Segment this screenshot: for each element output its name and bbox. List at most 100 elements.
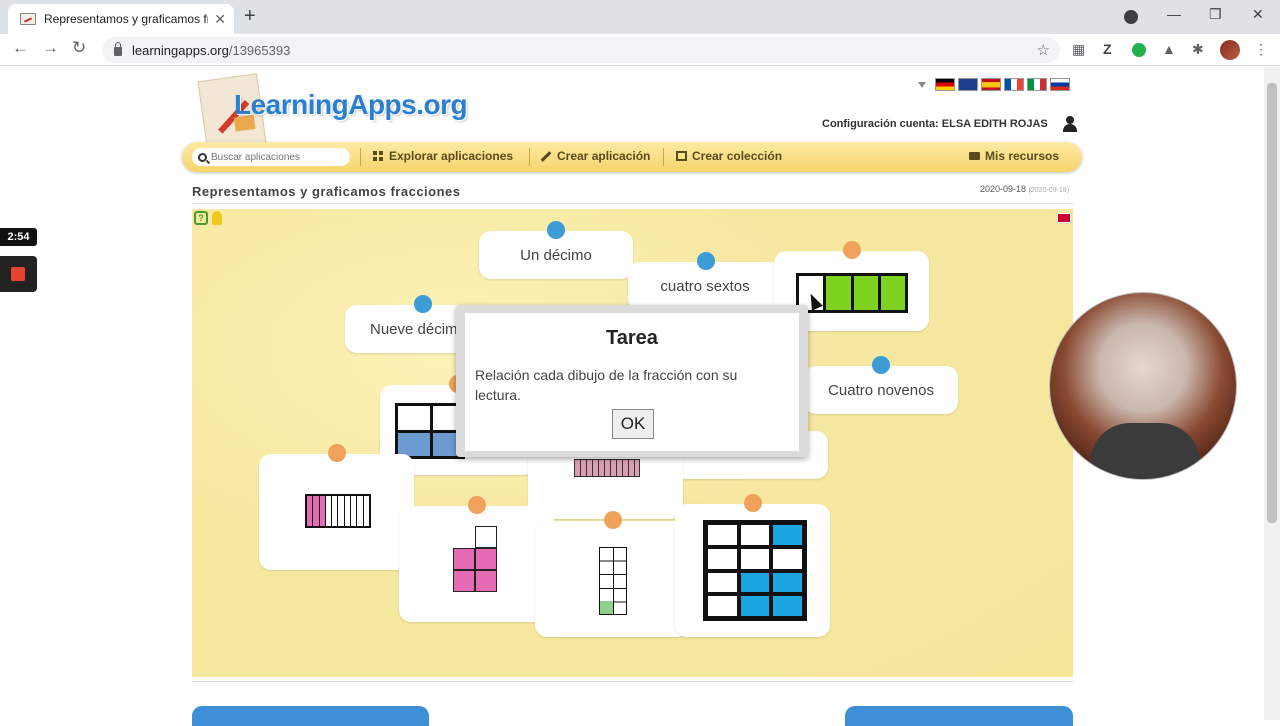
help-icon[interactable]: ? [194,211,208,225]
flag-german[interactable] [935,78,955,91]
flag-russian[interactable] [1050,78,1070,91]
profile-avatar[interactable] [1220,40,1240,60]
card-label: Cuatro novenos [828,381,934,399]
pencil-icon [540,150,552,162]
address-bar[interactable]: learningapps.org/13965393 ☆ [102,37,1060,63]
menu-my-resources[interactable]: Mis recursos [969,149,1059,163]
task-dialog-body: Tarea Relación cada dibujo de la fracció… [465,313,799,451]
fullscreen-icon[interactable] [1057,213,1071,223]
menu-my-resources-label: Mis recursos [985,149,1060,163]
restore-button[interactable]: ❐ [1209,6,1222,23]
card-picture-pink-sixths[interactable] [399,496,554,622]
divider [192,203,1073,204]
account-settings-link[interactable]: Configuración cuenta: ELSA EDITH ROJAS [822,118,1048,130]
card-pin [697,252,715,270]
scrollbar-thumb[interactable] [1267,83,1277,523]
minimize-button[interactable]: — [1167,6,1181,22]
card-picture-pink-tenths[interactable] [259,444,414,570]
lock-icon [114,41,122,56]
card-cuatro-sextos[interactable]: cuatro sextos [628,252,782,310]
task-dialog: Tarea Relación cada dibujo de la fracció… [456,305,808,457]
card-label: cuatro sextos [660,277,750,295]
site-favicon-icon [20,13,36,25]
menu-create-collection[interactable]: Crear colección [676,149,782,163]
flag-spanish[interactable] [981,78,1001,91]
card-cuatro-novenos[interactable]: Cuatro novenos [804,356,958,414]
flag-english[interactable] [958,78,978,91]
new-tab-button[interactable]: + [244,5,256,28]
url-text: learningapps.org/13965393 [132,42,291,58]
card-pin [468,496,486,514]
kebab-menu-icon[interactable]: ⋮ [1254,41,1268,58]
card-pin [547,221,565,239]
search-icon [198,152,207,162]
menu-divider [529,148,530,166]
search-box[interactable] [192,148,350,166]
tenths-figure [305,494,371,528]
page-scrollbar[interactable] [1264,67,1280,720]
menu-explore-apps[interactable]: Explorar aplicaciones [373,149,513,163]
tab-close-icon[interactable]: ✕ [214,11,226,28]
search-input[interactable] [211,151,341,163]
tab-title: Representamos y graficamos frac [44,12,209,26]
lightbulb-icon[interactable] [212,211,222,225]
reload-icon[interactable]: ↻ [72,38,86,58]
task-dialog-text: Relación cada dibujo de la fracción con … [475,367,738,403]
sixths-figure [453,526,499,592]
folder-icon [969,152,980,160]
card-pin [328,444,346,462]
collection-icon [676,151,687,161]
webcam-overlay [1049,292,1237,480]
card-pin [414,295,432,313]
bottom-left-button[interactable] [192,706,429,726]
flag-french[interactable] [1004,78,1024,91]
menu-create-app-label: Crear aplicación [557,149,651,163]
window-close-button[interactable]: ✕ [1252,6,1264,23]
forward-arrow-icon[interactable]: → [42,38,59,58]
menu-divider [663,148,664,166]
card-pin [872,356,890,374]
stop-recording-button[interactable] [0,256,37,292]
browser-tab[interactable]: Representamos y graficamos frac ✕ [8,4,234,34]
bookmark-star-icon[interactable]: ☆ [1037,41,1050,59]
strip-figure [574,459,640,477]
language-dropdown-icon[interactable] [918,81,926,88]
learningapps-logo[interactable]: LearningApps.org [196,71,486,151]
apps-grid-icon[interactable]: ▦ [1072,41,1085,58]
menu-create-collection-label: Crear colección [692,149,783,163]
bottom-right-button[interactable] [845,706,1073,726]
grid-figure [395,403,465,459]
browser-tab-bar: Representamos y graficamos frac ✕ + — ❐ … [0,0,1280,34]
app-date: 2020-09-18 (2020-09-18) [980,184,1070,194]
card-un-decimo[interactable]: Un décimo [479,221,633,279]
app-title: Representamos y graficamos fracciones [192,184,461,199]
flag-italian[interactable] [1027,78,1047,91]
user-icon[interactable] [1062,116,1078,132]
browser-toolbar: ← → ↻ learningapps.org/13965393 ☆ ▦ Z ▲ … [0,34,1280,66]
menu-divider [360,148,361,166]
ok-button[interactable]: OK [612,409,654,439]
card-pin [604,511,622,529]
drive-extension-icon[interactable]: ▲ [1162,41,1176,57]
language-flags [918,78,1070,91]
back-arrow-icon[interactable]: ← [12,38,29,58]
main-menu-bar: Explorar aplicaciones Crear aplicación C… [182,142,1082,172]
task-dialog-title: Tarea [606,327,658,349]
divider [192,681,1073,682]
card-label: Nueve décim [370,320,458,338]
twelfths-figure [703,520,807,621]
grid-icon [373,151,384,161]
chrome-menu-dropdown-icon[interactable] [1124,10,1138,24]
card-label: Un décimo [520,246,592,264]
logo-text: LearningApps.org [234,89,468,120]
card-picture-blue-twelfths[interactable] [675,494,830,637]
card-picture-pink-strip[interactable] [528,449,683,519]
green-extension-icon[interactable] [1132,43,1146,57]
puzzle-extensions-icon[interactable]: ✱ [1192,41,1204,58]
card-picture-green-tenth[interactable] [535,511,690,637]
vertical-strip-figure [599,547,627,615]
card-pin [843,241,861,259]
card-pin [744,494,762,512]
menu-create-app[interactable]: Crear aplicación [540,149,650,163]
z-extension-icon[interactable]: Z [1103,41,1112,57]
